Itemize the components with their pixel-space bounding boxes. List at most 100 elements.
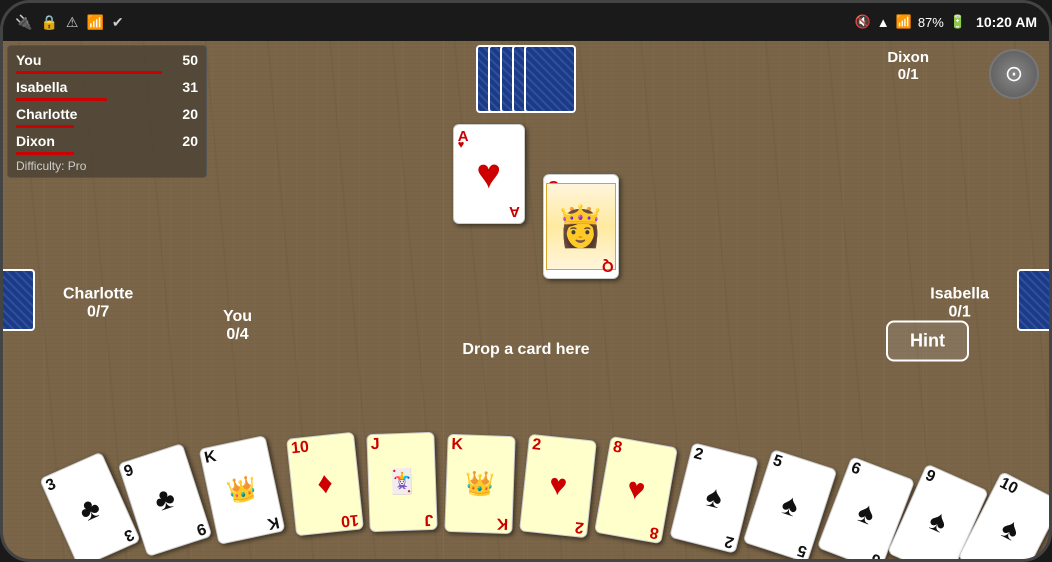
score-name-isabella: Isabella	[16, 79, 168, 95]
mute-icon: 🔇	[855, 14, 871, 30]
hand-card-jd-face: 🃏	[387, 467, 418, 497]
hand-card-2s-rank-bot: 2	[723, 532, 736, 550]
battery-icon: 🔋	[950, 14, 966, 30]
wifi-signal-icon: ▲	[877, 15, 890, 30]
hand-card-kd-face: 👑	[465, 469, 496, 499]
score-row-dixon: Dixon 20	[16, 131, 198, 151]
drop-zone-text: Drop a card here	[462, 341, 589, 358]
hand-card-8h-rank-top: 8	[612, 439, 674, 465]
hand-card-2h[interactable]: 2 ♥ 2	[519, 434, 597, 539]
score-row-charlotte: Charlotte 20	[16, 104, 198, 124]
score-row-isabella: Isabella 31	[16, 77, 198, 97]
hand-card-6s-suit: ♠	[852, 495, 879, 532]
top-deck[interactable]	[476, 45, 576, 113]
usb-icon: 🔌	[15, 14, 32, 31]
hand-card-9c-rank-bot: 9	[194, 519, 207, 537]
wifi-icon: 📶	[86, 14, 103, 31]
hand-card-8h[interactable]: 8 ♥ 8	[594, 436, 678, 544]
player-isabella-info: Isabella 0/1	[930, 286, 989, 322]
queen-rank-bot: Q	[602, 258, 614, 275]
hand-card-jd-rank-top: J	[370, 435, 431, 453]
compass-symbol: ⊙	[1005, 61, 1023, 87]
hand-card-jd-rank-bot: J	[424, 511, 433, 527]
hand-card-8h-suit: ♥	[624, 472, 647, 509]
charlotte-name: Charlotte	[63, 286, 133, 304]
score-bar-you	[16, 71, 162, 74]
left-deck-card	[0, 269, 35, 331]
hand-card-kc[interactable]: K 👑 K	[199, 435, 286, 545]
score-bar-charlotte	[16, 125, 74, 128]
hand-card-9s-rank-bot: 9	[939, 558, 954, 562]
score-value-isabella: 31	[168, 79, 198, 95]
status-icons-right: 🔇 ▲ 📶 87% 🔋 10:20 AM	[855, 14, 1037, 30]
charlotte-score: 0/7	[63, 304, 133, 322]
score-row-you: You 50	[16, 50, 198, 70]
hand-card-3c-rank-bot: 3	[121, 525, 136, 543]
hand-card-2s-rank-top: 2	[692, 446, 754, 476]
deck-card-5	[524, 45, 576, 113]
hand-card-10s-rank-top: 10	[997, 475, 1052, 516]
hand-card-kd[interactable]: K 👑 K	[444, 434, 515, 534]
you-score: 0/4	[223, 326, 252, 344]
hand-card-6s-rank-bot: 6	[869, 550, 883, 562]
hand-card-10d[interactable]: 10 ♦ 10	[286, 432, 364, 537]
hand-card-10d-rank-top: 10	[290, 435, 351, 457]
score-name-you: You	[16, 52, 168, 68]
hand-card-10d-suit: ♦	[316, 466, 335, 501]
hand-card-kc-rank-top: K	[203, 439, 265, 467]
score-name-charlotte: Charlotte	[16, 106, 168, 122]
hand-card-kd-rank-bot: K	[497, 515, 509, 531]
hand-card-jd[interactable]: J 🃏 J	[366, 432, 437, 532]
ace-rank-bot: A	[509, 203, 520, 220]
status-icons-left: 🔌 🔒 ⚠ 📶 ✔	[15, 14, 124, 31]
dixon-score: 0/1	[887, 66, 929, 83]
ace-suit-center: ♥	[476, 150, 501, 198]
ace-of-hearts[interactable]: A ♥ ♥ A	[453, 124, 525, 224]
hand-card-9s-rank-top: 9	[923, 468, 984, 507]
hand-card-2h-rank-bot: 2	[574, 518, 585, 535]
player-dixon-info: Dixon 0/1	[887, 49, 929, 83]
ace-suit-top: ♥	[458, 139, 465, 151]
compass-icon[interactable]: ⊙	[989, 49, 1039, 99]
hand-card-10d-rank-bot: 10	[340, 511, 359, 529]
hand-card-6s-rank-top: 6	[849, 460, 911, 496]
player-you-info: You 0/4	[223, 308, 252, 344]
score-bar-isabella	[16, 98, 107, 101]
difficulty-label: Difficulty: Pro	[16, 159, 198, 173]
dixon-name: Dixon	[887, 49, 929, 66]
queen-face-emoji: 👸	[556, 203, 606, 250]
hint-label: Hint	[910, 331, 945, 351]
right-deck-card	[1017, 269, 1052, 331]
score-value-charlotte: 20	[168, 106, 198, 122]
hand-card-3c-rank-top: 3	[44, 456, 105, 495]
score-bar-dixon	[16, 152, 74, 155]
right-deck	[1017, 269, 1052, 331]
hint-button[interactable]: Hint	[886, 321, 969, 362]
hand-area: 3 ♣ 3 9 ♣ 9 K 👑 K 10 ♦ 10	[46, 437, 1006, 562]
hand-card-3c-suit: ♣	[74, 490, 106, 529]
alert-icon: ⚠	[66, 14, 79, 31]
hand-card-5s-rank-top: 5	[771, 453, 833, 487]
left-deck	[0, 269, 35, 331]
hand-card-9s-suit: ♠	[924, 503, 952, 541]
hand-card-kc-face: 👑	[224, 473, 259, 508]
check-icon: ✔	[112, 14, 124, 31]
queen-face-body: 👸	[546, 183, 616, 270]
you-name: You	[223, 308, 252, 326]
score-value-dixon: 20	[168, 133, 198, 149]
hand-card-5s-suit: ♠	[777, 487, 803, 524]
score-name-dixon: Dixon	[16, 133, 168, 149]
hand-card-kd-rank-top: K	[451, 437, 512, 455]
isabella-name: Isabella	[930, 286, 989, 304]
hand-card-kc-rank-bot: K	[266, 513, 281, 531]
hand-card-10s-suit: ♠	[995, 511, 1025, 549]
battery-percent: 87%	[918, 15, 944, 30]
score-value-you: 50	[168, 52, 198, 68]
status-bar: 🔌 🔒 ⚠ 📶 ✔ 🔇 ▲ 📶 87% 🔋 10:20 AM	[3, 3, 1049, 41]
queen-of-hearts[interactable]: Q ♥ 👸 Q	[543, 174, 619, 279]
drop-zone[interactable]: Drop a card here	[462, 341, 589, 359]
hand-card-2h-suit: ♥	[547, 468, 568, 504]
phone-frame: 🔌 🔒 ⚠ 📶 ✔ 🔇 ▲ 📶 87% 🔋 10:20 AM You 50 Is…	[0, 0, 1052, 562]
hand-card-8h-rank-bot: 8	[649, 523, 661, 540]
hand-card-2h-rank-top: 2	[531, 437, 592, 459]
